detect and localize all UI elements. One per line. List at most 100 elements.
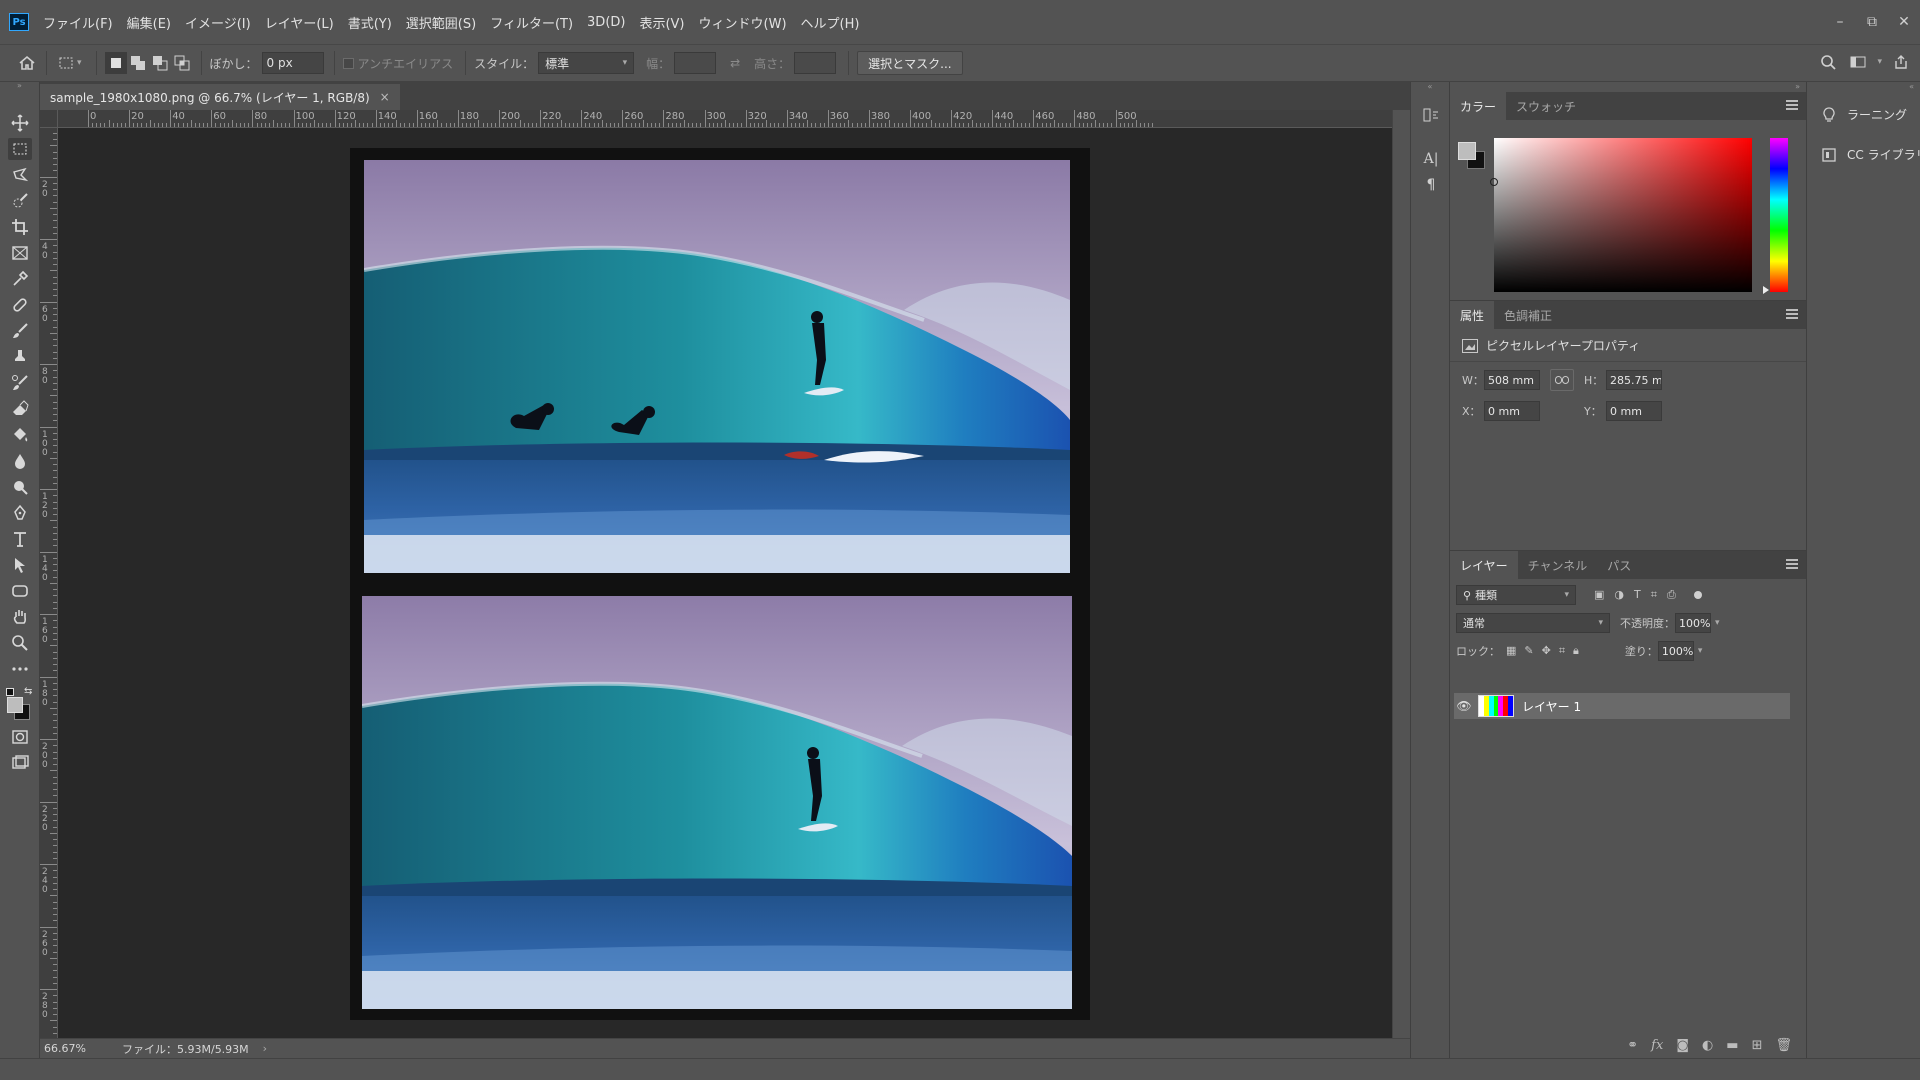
y-field[interactable]: 0 mm — [1606, 401, 1662, 421]
tab-color[interactable]: カラー — [1450, 92, 1507, 120]
chevron-down-icon[interactable]: ▾ — [1715, 618, 1720, 628]
x-field[interactable]: 0 mm — [1484, 401, 1540, 421]
brush-tool-icon[interactable] — [8, 320, 32, 342]
lock-position-icon[interactable]: ✥ — [1542, 644, 1551, 658]
character-panel-icon[interactable]: A| — [1420, 148, 1442, 170]
menu-edit[interactable]: 編集(E) — [127, 13, 171, 32]
healing-brush-tool-icon[interactable] — [8, 294, 32, 316]
more-tools-icon[interactable] — [8, 658, 32, 680]
home-icon[interactable] — [16, 52, 38, 74]
vertical-ruler[interactable]: 020406080100120140160180200220240260280 — [40, 128, 58, 1038]
learn-panel-button[interactable]: ラーニング — [1821, 106, 1907, 123]
layer-row[interactable]: 👁︎ レイヤー 1 — [1454, 693, 1790, 719]
menu-type[interactable]: 書式(Y) — [348, 13, 392, 32]
feather-input[interactable]: 0 px — [261, 52, 324, 74]
hand-tool-icon[interactable] — [8, 606, 32, 628]
panel-menu-icon[interactable] — [1786, 559, 1798, 569]
chevron-down-icon[interactable]: ▾ — [1698, 646, 1703, 656]
menu-select[interactable]: 選択範囲(S) — [406, 13, 476, 32]
path-select-tool-icon[interactable] — [8, 554, 32, 576]
menu-filter[interactable]: フィルター(T) — [490, 13, 573, 32]
link-icon[interactable]: ⚭ — [1627, 1038, 1638, 1053]
horizontal-ruler[interactable]: 0 20 40 60 80 100 120 140 160 180 200 220 240 260 280 3… — [58, 110, 1392, 128]
libraries-panel-button[interactable]: CC ライブラリ — [1821, 146, 1920, 163]
filter-toggle-icon[interactable] — [1693, 591, 1702, 599]
filter-pixel-icon[interactable]: ▣ — [1594, 588, 1604, 602]
quick-select-tool-icon[interactable] — [8, 190, 32, 212]
canvas-area[interactable] — [58, 128, 1392, 1038]
fill-field[interactable]: 100% — [1657, 641, 1694, 661]
add-selection-icon[interactable] — [127, 52, 149, 74]
menu-image[interactable]: イメージ(I) — [185, 13, 251, 32]
lock-artboard-icon[interactable]: ⌗ — [1559, 644, 1565, 658]
dodge-tool-icon[interactable] — [8, 476, 32, 498]
tab-paths[interactable]: パス — [1597, 551, 1641, 579]
eraser-tool-icon[interactable] — [8, 398, 32, 420]
tab-layers[interactable]: レイヤー — [1450, 551, 1518, 579]
color-picker-cursor[interactable] — [1490, 178, 1498, 186]
marquee-preset-icon[interactable] — [55, 52, 77, 74]
swap-colors-icon[interactable]: ⇆ — [24, 686, 32, 697]
trash-icon[interactable]: 🗑︎ — [1775, 1038, 1792, 1053]
swap-icon[interactable]: ⇄ — [724, 52, 746, 74]
close-window-button[interactable]: ✕ — [1888, 7, 1920, 37]
shape-tool-icon[interactable] — [8, 580, 32, 602]
screen-mode-icon[interactable] — [8, 752, 32, 774]
foreground-color-swatch[interactable] — [1458, 142, 1476, 160]
chevron-down-icon[interactable]: ▾ — [1877, 57, 1882, 67]
fx-icon[interactable]: fx — [1651, 1038, 1663, 1053]
paint-bucket-tool-icon[interactable] — [8, 424, 32, 446]
collapse-panel-icon[interactable]: « — [1807, 82, 1920, 92]
color-swatches[interactable]: ⇆ — [6, 686, 34, 720]
menu-3d[interactable]: 3D(D) — [587, 15, 625, 30]
type-tool-icon[interactable] — [8, 528, 32, 550]
minimize-button[interactable]: – — [1824, 7, 1856, 37]
collapse-panel-icon[interactable]: « — [1411, 82, 1449, 91]
lock-all-icon[interactable]: 🔒︎ — [1573, 644, 1579, 658]
ruler-origin[interactable] — [40, 110, 58, 128]
folder-icon[interactable]: ▬ — [1726, 1038, 1738, 1053]
opacity-field[interactable]: 100% — [1675, 613, 1711, 633]
expand-panels-icon[interactable]: » — [1450, 82, 1806, 92]
blend-mode-select[interactable]: 通常 ▾ — [1456, 613, 1610, 633]
quick-mask-icon[interactable] — [8, 726, 32, 748]
eyedropper-tool-icon[interactable] — [8, 268, 32, 290]
menu-layer[interactable]: レイヤー(L) — [265, 13, 334, 32]
close-tab-icon[interactable]: × — [380, 90, 390, 104]
restore-button[interactable]: ⧉ — [1856, 7, 1888, 37]
pen-tool-icon[interactable] — [8, 502, 32, 524]
select-and-mask-button[interactable]: 選択とマスク... — [857, 51, 963, 75]
tab-adjustments[interactable]: 色調補正 — [1494, 301, 1562, 329]
antialias-checkbox[interactable] — [342, 57, 354, 69]
adjustment-icon[interactable]: ◐ — [1702, 1038, 1713, 1053]
width-field[interactable]: 508 mm — [1484, 370, 1540, 390]
zoom-level[interactable]: 66.67% — [40, 1042, 90, 1055]
menu-window[interactable]: ウィンドウ(W) — [699, 13, 787, 32]
hue-slider-marker[interactable] — [1763, 286, 1769, 294]
lock-pixels-icon[interactable]: ✎ — [1524, 644, 1533, 658]
subtract-selection-icon[interactable] — [149, 52, 171, 74]
menu-file[interactable]: ファイル(F) — [43, 13, 113, 32]
history-brush-tool-icon[interactable] — [8, 372, 32, 394]
crop-tool-icon[interactable] — [8, 216, 32, 238]
status-menu-arrow[interactable]: › — [263, 1042, 267, 1055]
foreground-color-swatch[interactable] — [7, 697, 23, 713]
blur-tool-icon[interactable] — [8, 450, 32, 472]
mask-icon[interactable]: ◙ — [1676, 1038, 1689, 1053]
vertical-scrollbar[interactable] — [1392, 110, 1410, 1038]
layer-name[interactable]: レイヤー 1 — [1522, 698, 1581, 715]
chevron-down-icon[interactable]: ▾ — [77, 58, 82, 68]
lock-transparent-icon[interactable]: ▦ — [1506, 644, 1516, 658]
style-select[interactable]: 標準 ▾ — [538, 52, 635, 74]
saturation-value-field[interactable] — [1490, 138, 1752, 292]
new-layer-icon[interactable]: ⊞ — [1752, 1038, 1763, 1053]
layer-filter-select[interactable]: ⚲ 種類 ▾ — [1456, 585, 1576, 605]
collapse-toolbar-icon[interactable]: » — [0, 82, 39, 92]
panel-menu-icon[interactable] — [1786, 100, 1798, 110]
default-colors-icon[interactable] — [6, 688, 14, 696]
share-icon[interactable] — [1890, 51, 1912, 73]
document-canvas[interactable] — [350, 148, 1090, 1020]
new-selection-icon[interactable] — [104, 52, 127, 74]
hue-slider[interactable] — [1770, 138, 1788, 292]
width-input[interactable] — [674, 52, 717, 74]
